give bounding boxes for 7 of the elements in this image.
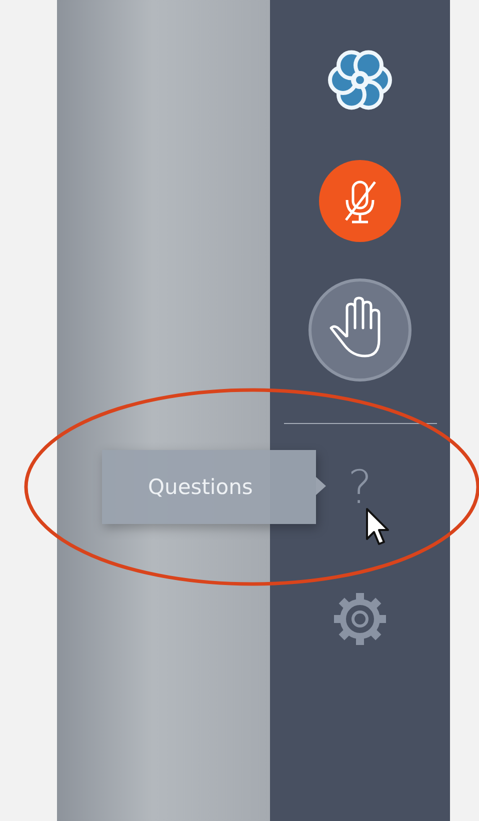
settings-icon[interactable]	[332, 591, 388, 647]
help-button[interactable]: ?	[344, 459, 376, 515]
tooltip: Questions	[102, 450, 316, 524]
tooltip-pointer-icon	[316, 477, 326, 495]
mute-microphone-button[interactable]	[319, 160, 401, 242]
mouse-cursor-icon	[365, 507, 391, 547]
raise-hand-button[interactable]	[308, 278, 412, 382]
